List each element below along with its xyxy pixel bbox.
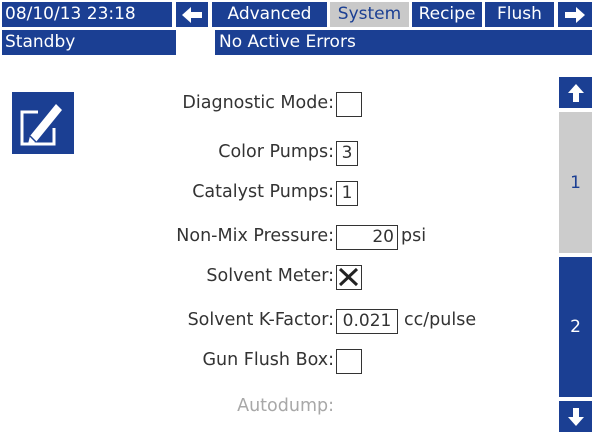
status-errors: No Active Errors — [215, 30, 592, 55]
solvent-k-factor-field[interactable]: 0.021 — [336, 309, 398, 334]
status-errors-text: No Active Errors — [219, 32, 356, 52]
row-catalyst-pumps: Catalyst Pumps: 1 — [0, 178, 560, 210]
datetime-display: 08/10/13 23:18 — [2, 2, 172, 27]
non-mix-pressure-label: Non-Mix Pressure: — [176, 226, 334, 246]
tab-prev-button[interactable] — [176, 2, 208, 27]
solvent-k-factor-unit: cc/pulse — [404, 310, 477, 330]
tab-advanced[interactable]: Advanced — [212, 2, 327, 27]
color-pumps-value: 3 — [341, 143, 353, 163]
color-pumps-field[interactable]: 3 — [336, 141, 358, 166]
tab-system-label: System — [337, 4, 402, 24]
solvent-meter-checkbox[interactable] — [336, 265, 362, 290]
gun-flush-box-label: Gun Flush Box: — [202, 350, 334, 370]
non-mix-pressure-unit: psi — [401, 226, 427, 246]
tab-flush-label: Flush — [497, 4, 542, 24]
catalyst-pumps-field[interactable]: 1 — [336, 181, 358, 206]
catalyst-pumps-value: 1 — [341, 183, 353, 203]
color-pumps-label: Color Pumps: — [218, 142, 334, 162]
tab-recipe[interactable]: Recipe — [412, 2, 482, 27]
datetime-text: 08/10/13 23:18 — [5, 4, 136, 24]
tab-system[interactable]: System — [330, 2, 409, 27]
page-2-button[interactable]: 2 — [559, 257, 592, 397]
gun-flush-box-checkbox[interactable] — [336, 349, 362, 374]
page-up-button[interactable] — [559, 77, 592, 108]
diagnostic-mode-checkbox[interactable] — [336, 92, 362, 117]
non-mix-pressure-value: 20 — [372, 227, 394, 247]
tab-recipe-label: Recipe — [418, 4, 476, 24]
solvent-k-factor-label: Solvent K-Factor: — [187, 310, 334, 330]
row-solvent-meter: Solvent Meter: — [0, 262, 560, 294]
autodump-label: Autodump: — [237, 396, 334, 416]
non-mix-pressure-field[interactable]: 20 — [336, 225, 398, 250]
row-color-pumps: Color Pumps: 3 — [0, 138, 560, 170]
tab-next-button[interactable] — [558, 2, 592, 27]
page-1-label: 1 — [570, 172, 581, 193]
row-solvent-k-factor: Solvent K-Factor: 0.021 cc/pulse — [0, 306, 560, 338]
page-2-label: 2 — [570, 317, 581, 337]
arrow-down-icon — [567, 407, 584, 426]
diagnostic-mode-label: Diagnostic Mode: — [182, 93, 334, 113]
arrow-left-icon — [182, 6, 202, 23]
status-state-text: Standby — [5, 32, 76, 52]
page-1-button[interactable]: 1 — [559, 112, 592, 253]
arrow-up-icon — [567, 83, 584, 102]
page-down-button[interactable] — [559, 401, 592, 432]
solvent-k-factor-value: 0.021 — [342, 311, 392, 331]
arrow-right-icon — [565, 6, 585, 23]
tab-flush[interactable]: Flush — [485, 2, 554, 27]
solvent-meter-label: Solvent Meter: — [206, 266, 334, 286]
row-non-mix-pressure: Non-Mix Pressure: 20 psi — [0, 222, 560, 254]
catalyst-pumps-label: Catalyst Pumps: — [192, 182, 334, 202]
row-gun-flush-box: Gun Flush Box: — [0, 346, 560, 378]
tab-advanced-label: Advanced — [227, 4, 312, 24]
status-state: Standby — [2, 30, 176, 55]
row-autodump: Autodump: — [0, 392, 560, 424]
x-mark-icon — [338, 267, 359, 287]
row-diagnostic-mode: Diagnostic Mode: — [0, 89, 560, 121]
